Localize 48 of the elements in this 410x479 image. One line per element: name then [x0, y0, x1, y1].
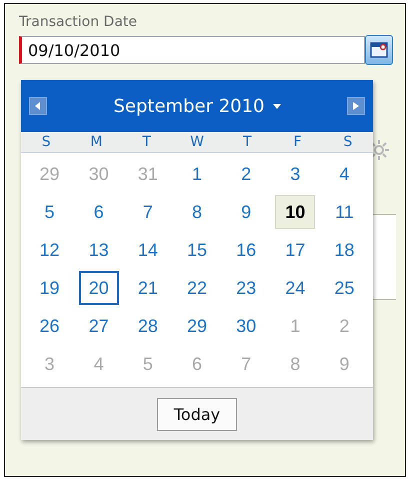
- calendar-day[interactable]: 24: [275, 271, 316, 305]
- date-field[interactable]: 09/10/2010: [19, 36, 365, 64]
- calendar-day[interactable]: 16: [226, 233, 266, 267]
- calendar-day[interactable]: 27: [78, 309, 119, 343]
- calendar-day[interactable]: 21: [128, 271, 168, 305]
- weekday-label: F: [294, 134, 302, 150]
- caret-icon: [272, 104, 281, 108]
- calendar-day[interactable]: 20: [78, 271, 119, 305]
- weekday-label: T: [243, 134, 252, 150]
- calendar-day[interactable]: 28: [128, 309, 168, 343]
- calendar-day[interactable]: 11: [324, 195, 364, 229]
- today-button[interactable]: Today: [156, 398, 238, 430]
- calendar-day[interactable]: 14: [128, 233, 168, 267]
- calendar-day[interactable]: 13: [78, 233, 119, 267]
- calendar-day[interactable]: 4: [324, 157, 364, 191]
- next-month-button[interactable]: [347, 97, 365, 115]
- calendar-day[interactable]: 18: [324, 233, 364, 267]
- calendar-day[interactable]: 26: [30, 309, 70, 343]
- calendar-day[interactable]: 29: [176, 309, 217, 343]
- calendar-day[interactable]: 2: [226, 157, 266, 191]
- weekday-label: S: [42, 134, 51, 150]
- calendar-day[interactable]: 30: [226, 309, 266, 343]
- calendar-day[interactable]: 5: [30, 195, 70, 229]
- calendar-day[interactable]: 3: [275, 157, 316, 191]
- field-label: Transaction Date: [19, 14, 138, 32]
- calendar-button[interactable]: [365, 35, 393, 65]
- calendar-day[interactable]: 7: [128, 195, 168, 229]
- left-arrow-icon: [35, 102, 41, 110]
- previous-month-button[interactable]: [29, 97, 47, 115]
- month-selector[interactable]: September 2010: [109, 94, 285, 118]
- calendar-day[interactable]: 12: [30, 233, 70, 267]
- right-arrow-icon: [353, 102, 359, 110]
- calendar-day[interactable]: 22: [176, 271, 217, 305]
- weekday-label: T: [142, 134, 151, 150]
- calendar-day[interactable]: 8: [176, 195, 217, 229]
- calendar-day[interactable]: 19: [30, 271, 70, 305]
- calendar-day[interactable]: 10: [275, 195, 316, 229]
- weekday-label: M: [90, 134, 102, 150]
- calendar-day[interactable]: 23: [226, 271, 266, 305]
- weekday-label: S: [343, 134, 352, 150]
- calendar-day[interactable]: 6: [78, 195, 119, 229]
- calendar-day[interactable]: 25: [324, 271, 364, 305]
- calendar-icon: [370, 42, 388, 58]
- calendar-day[interactable]: 1: [176, 157, 217, 191]
- weekday-label: W: [190, 134, 204, 150]
- calendar-day[interactable]: 15: [176, 233, 217, 267]
- calendar-day[interactable]: 9: [226, 195, 266, 229]
- calendar-day[interactable]: 17: [275, 233, 316, 267]
